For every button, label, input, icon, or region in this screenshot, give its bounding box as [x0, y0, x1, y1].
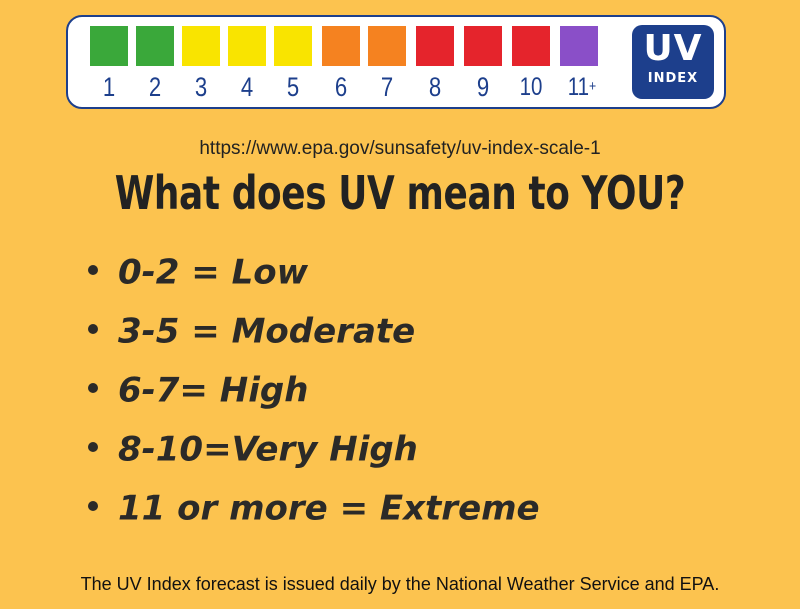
uv-level-9-label: 9 — [476, 72, 490, 102]
list-item: 6-7= High — [88, 361, 540, 420]
uv-level-3-label: 3 — [194, 72, 208, 102]
uv-level-6-swatch — [322, 26, 360, 66]
category-low: 0-2 = Low — [118, 252, 309, 293]
uv-level-7-swatch — [368, 26, 406, 66]
uv-level-8-label: 8 — [428, 72, 442, 102]
list-item: 0-2 = Low — [88, 243, 540, 302]
uv-level-4-swatch — [228, 26, 266, 66]
uv-level-2-label: 2 — [148, 72, 162, 102]
list-item: 3-5 = Moderate — [88, 302, 540, 361]
uv-level-10-label: 10 — [519, 73, 543, 101]
bullet-icon — [88, 441, 98, 452]
uv-level-2-swatch — [136, 26, 174, 66]
bullet-icon — [88, 382, 98, 393]
bullet-icon — [88, 264, 98, 275]
uv-level-1-swatch — [90, 26, 128, 66]
uv-index-scale-bar: 1 2 3 4 5 6 7 8 9 10 11+ UV INDEX — [66, 15, 726, 109]
uv-level-3-swatch — [182, 26, 220, 66]
list-item: 11 or more = Extreme — [88, 479, 540, 538]
uv-level-5-swatch — [274, 26, 312, 66]
category-high: 6-7= High — [118, 370, 309, 411]
uv-index-logo: UV INDEX — [632, 25, 714, 99]
uv-level-1-label: 1 — [102, 72, 116, 102]
uv-level-11-number: 11 — [567, 73, 590, 101]
headline: What does UV mean to YOU? — [114, 166, 686, 220]
uv-level-10-swatch — [512, 26, 550, 66]
category-extreme: 11 or more = Extreme — [118, 488, 540, 529]
uv-level-6-label: 6 — [334, 72, 348, 102]
uv-level-8-swatch — [416, 26, 454, 66]
uv-level-5-label: 5 — [286, 72, 300, 102]
uv-level-7-label: 7 — [380, 72, 394, 102]
category-very-high: 8-10=Very High — [118, 429, 418, 470]
uv-category-list: 0-2 = Low 3-5 = Moderate 6-7= High 8-10=… — [88, 243, 540, 538]
uv-level-4-label: 4 — [240, 72, 254, 102]
bullet-icon — [88, 500, 98, 511]
source-url: https://www.epa.gov/sunsafety/uv-index-s… — [199, 138, 601, 159]
list-item: 8-10=Very High — [88, 420, 540, 479]
uv-level-11-swatch — [560, 26, 598, 66]
uv-level-11-plus: + — [589, 78, 597, 95]
category-moderate: 3-5 = Moderate — [118, 311, 416, 352]
footer-note: The UV Index forecast is issued daily by… — [80, 574, 720, 594]
index-logo-text: INDEX — [647, 71, 699, 86]
uv-logo-text: UV — [643, 28, 703, 69]
uv-level-9-swatch — [464, 26, 502, 66]
uv-level-11-label: 11+ — [562, 72, 603, 102]
bullet-icon — [88, 323, 98, 334]
